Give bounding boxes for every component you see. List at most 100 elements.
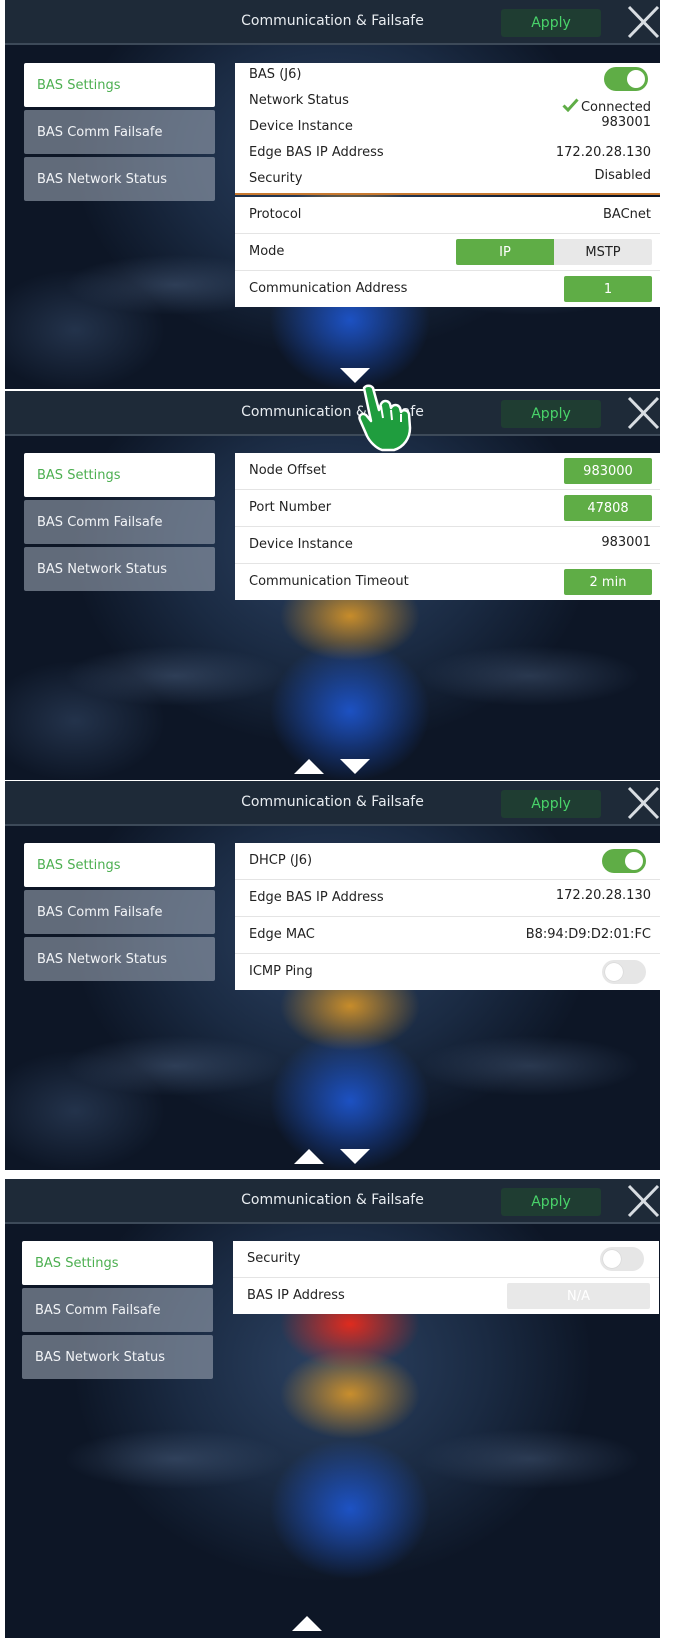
arrow-up-icon[interactable] bbox=[292, 1616, 322, 1631]
close-icon[interactable] bbox=[627, 785, 660, 821]
comm-address-field[interactable]: 1 bbox=[564, 276, 652, 302]
sidebar: BAS Settings BAS Comm Failsafe BAS Netwo… bbox=[24, 843, 215, 984]
mode-option-mstp[interactable]: MSTP bbox=[554, 239, 652, 265]
sidebar-item-bas-network-status[interactable]: BAS Network Status bbox=[24, 937, 215, 981]
security-status-row: Security Disabled bbox=[235, 167, 660, 193]
network-status-label: Network Status bbox=[249, 93, 349, 108]
edge-mac-row: Edge MAC B8:94:D9:D2:01:FC bbox=[235, 917, 660, 954]
sidebar-item-bas-comm-failsafe[interactable]: BAS Comm Failsafe bbox=[24, 500, 215, 544]
screen-bas-settings-page-2: Communication & Failsafe Apply BAS Setti… bbox=[5, 391, 660, 780]
screen-bas-settings-page-1: Communication & Failsafe Apply BAS Setti… bbox=[5, 0, 660, 389]
network-status-row: Network Status Connected bbox=[235, 89, 660, 115]
sidebar-item-bas-comm-failsafe[interactable]: BAS Comm Failsafe bbox=[24, 110, 215, 154]
mode-row: Mode IP MSTP bbox=[235, 234, 660, 271]
sidebar-item-bas-network-status[interactable]: BAS Network Status bbox=[24, 157, 215, 201]
edge-ip-row: Edge BAS IP Address 172.20.28.130 bbox=[235, 141, 660, 167]
comm-address-row: Communication Address 1 bbox=[235, 271, 660, 307]
settings-card: DHCP (J6) Edge BAS IP Address 172.20.28.… bbox=[235, 843, 660, 990]
header-bar: Communication & Failsafe Apply bbox=[5, 391, 660, 436]
mode-label: Mode bbox=[249, 244, 285, 259]
header-bar: Communication & Failsafe Apply bbox=[5, 781, 660, 826]
sidebar-item-bas-network-status[interactable]: BAS Network Status bbox=[22, 1335, 213, 1379]
security-label: Security bbox=[249, 171, 303, 186]
status-card: BAS (J6) Network Status Connected Device… bbox=[235, 63, 660, 195]
bas-ip-field[interactable]: N/A bbox=[507, 1283, 650, 1309]
mode-segmented-control: IP MSTP bbox=[456, 239, 652, 265]
hand-pointer-icon bbox=[358, 384, 412, 452]
icmp-ping-row: ICMP Ping bbox=[235, 954, 660, 990]
screen-bas-settings-page-4: Communication & Failsafe Apply BAS Setti… bbox=[5, 1179, 660, 1638]
bas-ip-label: BAS IP Address bbox=[247, 1288, 345, 1303]
apply-button[interactable]: Apply bbox=[501, 400, 601, 428]
edge-mac-label: Edge MAC bbox=[249, 927, 315, 942]
device-instance-label: Device Instance bbox=[249, 119, 353, 134]
close-icon[interactable] bbox=[627, 4, 660, 40]
comm-timeout-field[interactable]: 2 min bbox=[564, 569, 652, 595]
sidebar-item-bas-settings[interactable]: BAS Settings bbox=[24, 63, 215, 107]
arrow-down-icon[interactable] bbox=[340, 368, 370, 383]
icmp-ping-label: ICMP Ping bbox=[249, 964, 313, 979]
bas-row: BAS (J6) bbox=[235, 63, 660, 91]
edge-mac-value: B8:94:D9:D2:01:FC bbox=[525, 927, 651, 942]
settings-card: Protocol BACnet Mode IP MSTP Communicati… bbox=[235, 197, 660, 307]
edge-ip-label: Edge BAS IP Address bbox=[249, 145, 384, 160]
sidebar: BAS Settings BAS Comm Failsafe BAS Netwo… bbox=[24, 453, 215, 594]
comm-timeout-row: Communication Timeout 2 min bbox=[235, 564, 660, 600]
arrow-down-icon[interactable] bbox=[340, 1149, 370, 1164]
apply-button[interactable]: Apply bbox=[501, 9, 601, 37]
arrow-up-icon[interactable] bbox=[294, 759, 324, 774]
device-instance-value: 983001 bbox=[601, 535, 651, 550]
security-row: Security bbox=[233, 1241, 659, 1278]
device-instance-row: Device Instance 983001 bbox=[235, 527, 660, 564]
screen-bas-settings-page-3: Communication & Failsafe Apply BAS Setti… bbox=[5, 781, 660, 1170]
close-icon[interactable] bbox=[627, 1183, 660, 1219]
protocol-value[interactable]: BACnet bbox=[603, 207, 651, 222]
comm-timeout-label: Communication Timeout bbox=[249, 574, 409, 589]
edge-ip-value: 172.20.28.130 bbox=[555, 145, 651, 160]
device-instance-label: Device Instance bbox=[249, 537, 353, 552]
edge-ip-value: 172.20.28.130 bbox=[555, 888, 651, 903]
node-offset-label: Node Offset bbox=[249, 463, 327, 478]
checkmark-icon bbox=[562, 98, 579, 112]
bas-ip-row: BAS IP Address N/A bbox=[233, 1278, 659, 1314]
apply-button[interactable]: Apply bbox=[501, 1188, 601, 1216]
dhcp-toggle[interactable] bbox=[602, 849, 646, 873]
security-toggle[interactable] bbox=[600, 1247, 644, 1271]
security-label: Security bbox=[247, 1251, 301, 1266]
sidebar-item-bas-settings[interactable]: BAS Settings bbox=[24, 843, 215, 887]
sidebar-item-bas-settings[interactable]: BAS Settings bbox=[22, 1241, 213, 1285]
device-instance-row: Device Instance 983001 bbox=[235, 115, 660, 141]
node-offset-row: Node Offset 983000 bbox=[235, 453, 660, 490]
port-number-row: Port Number 47808 bbox=[235, 490, 660, 527]
arrow-up-icon[interactable] bbox=[294, 1149, 324, 1164]
security-value: Disabled bbox=[594, 168, 651, 183]
settings-card: Security BAS IP Address N/A bbox=[233, 1241, 659, 1314]
icmp-ping-toggle[interactable] bbox=[602, 960, 646, 984]
protocol-row: Protocol BACnet bbox=[235, 197, 660, 234]
apply-button[interactable]: Apply bbox=[501, 790, 601, 818]
mode-option-ip[interactable]: IP bbox=[456, 239, 554, 265]
sidebar: BAS Settings BAS Comm Failsafe BAS Netwo… bbox=[24, 63, 215, 204]
header-bar: Communication & Failsafe Apply bbox=[5, 1179, 660, 1224]
sidebar-item-bas-network-status[interactable]: BAS Network Status bbox=[24, 547, 215, 591]
device-instance-value: 983001 bbox=[601, 115, 651, 130]
arrow-down-icon[interactable] bbox=[340, 759, 370, 774]
dhcp-label: DHCP (J6) bbox=[249, 853, 313, 868]
sidebar-item-bas-settings[interactable]: BAS Settings bbox=[24, 453, 215, 497]
network-status-value: Connected bbox=[580, 100, 651, 115]
header-bar: Communication & Failsafe Apply bbox=[5, 0, 660, 45]
sidebar-item-bas-comm-failsafe[interactable]: BAS Comm Failsafe bbox=[22, 1288, 213, 1332]
settings-card: Node Offset 983000 Port Number 47808 Dev… bbox=[235, 453, 660, 600]
bas-toggle[interactable] bbox=[604, 67, 648, 91]
comm-address-label: Communication Address bbox=[249, 281, 408, 296]
protocol-label: Protocol bbox=[249, 207, 302, 222]
dhcp-row: DHCP (J6) bbox=[235, 843, 660, 880]
node-offset-field[interactable]: 983000 bbox=[564, 458, 652, 484]
sidebar-item-bas-comm-failsafe[interactable]: BAS Comm Failsafe bbox=[24, 890, 215, 934]
close-icon[interactable] bbox=[627, 395, 660, 431]
edge-ip-row: Edge BAS IP Address 172.20.28.130 bbox=[235, 880, 660, 917]
edge-ip-label: Edge BAS IP Address bbox=[249, 890, 384, 905]
port-number-label: Port Number bbox=[249, 500, 332, 515]
sidebar: BAS Settings BAS Comm Failsafe BAS Netwo… bbox=[22, 1241, 213, 1382]
port-number-field[interactable]: 47808 bbox=[564, 495, 652, 521]
